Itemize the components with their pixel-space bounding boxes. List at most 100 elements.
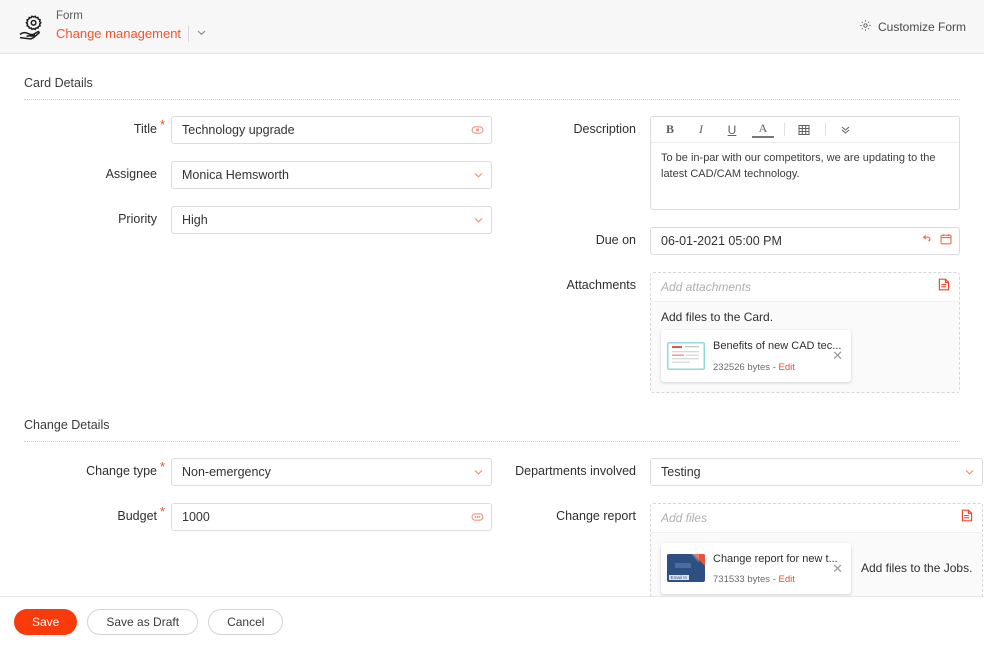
section-divider: [24, 99, 960, 100]
attachments-input-row[interactable]: Add attachments: [651, 273, 959, 301]
attach-file-icon[interactable]: [938, 278, 950, 296]
description-editor[interactable]: B I U A To be in-par with our competitor…: [650, 116, 960, 210]
change-report-edit-link[interactable]: Edit: [779, 574, 795, 585]
departments-select[interactable]: Testing: [650, 457, 984, 486]
field-due-on-label: Due on: [595, 233, 636, 247]
change-report-file-card[interactable]: Email In Change report for new t... 7315…: [661, 542, 851, 595]
field-change-report-label: Change report: [556, 508, 636, 523]
bold-icon[interactable]: B: [659, 120, 681, 140]
description-text[interactable]: To be in-par with our competitors, we ar…: [651, 143, 959, 209]
calendar-icon[interactable]: [940, 232, 952, 250]
change-type-select[interactable]: Non-emergency: [171, 457, 492, 486]
attachment-file-size: 232526 bytes: [713, 361, 771, 373]
field-budget: Budget * 1000: [24, 502, 492, 531]
change-report-placeholder: Add files: [661, 510, 708, 525]
more-options-icon[interactable]: [834, 120, 856, 140]
form-footer: Save Save as Draft Cancel: [0, 596, 984, 647]
field-due-on: Due on 06-01-2021 05:00 PM: [510, 227, 960, 255]
toolbar-divider: [784, 123, 785, 136]
field-priority: Priority High: [24, 206, 492, 234]
attachment-file-card[interactable]: Benefits of new CAD tec... 232526 bytes …: [661, 330, 851, 382]
priority-select[interactable]: High: [171, 206, 492, 234]
chevron-down-icon[interactable]: [473, 466, 484, 477]
font-color-icon[interactable]: A: [752, 121, 774, 138]
field-title: Title * Technology upgrade: [24, 116, 492, 144]
hand-gear-icon: [16, 12, 46, 42]
chevron-down-icon[interactable]: [473, 170, 484, 181]
title-input[interactable]: Technology upgrade: [171, 116, 492, 144]
app-header: Form Change management Customize Form: [0, 0, 984, 54]
field-priority-label: Priority: [118, 212, 157, 226]
section-title-change-details: Change Details: [24, 417, 110, 432]
editor-toolbar: B I U A: [651, 117, 959, 143]
undo-arrow-icon[interactable]: [921, 232, 933, 250]
card-details-right: Description B I U A To be in-par with ou…: [492, 116, 960, 410]
attachment-file-name: Benefits of new CAD tec...: [713, 340, 842, 352]
form-page: Form Change management Customize Form Ca…: [0, 0, 984, 647]
change-report-file-name: Change report for new t...: [713, 552, 838, 565]
assignee-select[interactable]: Monica Hemsworth: [171, 161, 492, 189]
budget-input[interactable]: 1000: [171, 502, 492, 531]
field-departments-label: Departments involved: [515, 463, 636, 478]
section-title-card-details: Card Details: [24, 76, 93, 90]
svg-text:Email In: Email In: [671, 576, 688, 581]
toolbar-divider: [825, 123, 826, 136]
meta-separator: -: [772, 361, 776, 373]
field-title-label: Title *: [133, 117, 166, 136]
change-report-file-size: 731533 bytes: [713, 574, 771, 586]
customize-form-button[interactable]: Customize Form: [859, 19, 966, 35]
card-details-columns: Title * Technology upgrade Assignee Monic…: [24, 116, 960, 410]
attachments-placeholder: Add attachments: [661, 280, 752, 294]
email-attachment-thumbnail: Email In: [667, 554, 705, 583]
form-body: Card Details Title* Technology upgrade: [0, 54, 984, 606]
card-details-left: Title * Technology upgrade Assignee Monic…: [24, 116, 492, 410]
due-on-input[interactable]: 06-01-2021 05:00 PM: [650, 227, 960, 255]
field-attachments: Attachments Add attachments Add files to…: [510, 272, 960, 393]
gear-icon: [859, 19, 872, 35]
save-as-draft-button[interactable]: Save as Draft: [87, 609, 199, 635]
change-report-file-meta: 731533 bytes - Edit: [713, 574, 795, 585]
field-attachments-label: Attachments: [566, 278, 636, 292]
meta-separator: -: [772, 574, 776, 586]
form-titles: Form Change management: [56, 9, 207, 43]
document-screenshot-thumbnail: [667, 341, 705, 370]
cancel-button[interactable]: Cancel: [208, 609, 284, 635]
attachment-file-meta: 232526 bytes - Edit: [713, 362, 795, 373]
field-change-type: Change type * Non-emergency: [24, 457, 492, 486]
required-marker: *: [160, 458, 166, 474]
field-budget-label: Budget *: [117, 503, 166, 523]
field-description: Description B I U A To be in-par with ou…: [510, 116, 960, 210]
save-button[interactable]: Save: [14, 609, 78, 635]
change-report-dropzone[interactable]: Add files Email In Change report for new…: [650, 502, 984, 606]
change-report-hint: Add files to the Jobs.: [861, 561, 973, 576]
table-icon[interactable]: [793, 120, 815, 140]
close-icon[interactable]: ✕: [830, 562, 845, 575]
close-icon[interactable]: ✕: [830, 349, 845, 362]
attachments-panel: Add files to the Card. Benefits of new C…: [651, 301, 959, 392]
chevron-down-icon[interactable]: [473, 215, 484, 226]
field-assignee-label: Assignee: [105, 167, 157, 181]
field-assignee: Assignee Monica Hemsworth: [24, 161, 492, 189]
attachments-hint: Add files to the Card.: [661, 310, 774, 324]
underline-icon[interactable]: U: [721, 120, 743, 140]
field-departments: Departments involved Testing: [510, 457, 984, 486]
text-field-icon[interactable]: [471, 126, 484, 135]
form-brand: Form Change management: [16, 9, 207, 43]
italic-icon[interactable]: I: [690, 120, 712, 140]
required-marker: *: [160, 117, 166, 132]
chevron-down-icon[interactable]: [196, 24, 207, 44]
customize-form-label: Customize Form: [877, 19, 966, 34]
field-change-report: Change report Add files Email In Change …: [510, 502, 984, 606]
text-field-icon[interactable]: [471, 512, 484, 521]
field-change-type-label: Change type *: [86, 458, 166, 478]
section-divider: [24, 440, 960, 442]
change-report-input-row[interactable]: Add files: [651, 504, 982, 532]
form-name[interactable]: Change management: [56, 25, 190, 42]
field-description-label: Description: [573, 122, 636, 136]
attach-file-icon[interactable]: [961, 509, 973, 527]
change-report-panel: Email In Change report for new t... 7315…: [651, 531, 983, 605]
attachments-dropzone[interactable]: Add attachments Add files to the Card. B…: [650, 272, 960, 393]
attachment-edit-link[interactable]: Edit: [779, 362, 795, 373]
chevron-down-icon[interactable]: [964, 466, 975, 477]
required-marker: *: [160, 503, 166, 519]
